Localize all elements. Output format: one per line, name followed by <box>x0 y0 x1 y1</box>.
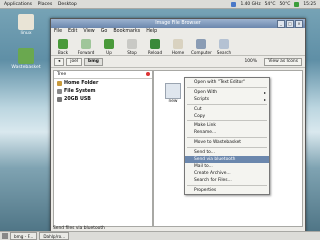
menu-go[interactable]: Go <box>101 29 108 34</box>
usb-drive-icon <box>57 96 62 102</box>
file-item[interactable]: new <box>162 83 184 104</box>
clock[interactable]: 15:25 <box>303 2 316 7</box>
tree-item-filesystem[interactable]: File System <box>54 87 152 95</box>
tree-item-home[interactable]: Home Folder <box>54 79 152 87</box>
close-button[interactable]: × <box>295 20 303 28</box>
forward-button[interactable]: Forward <box>76 39 96 55</box>
computer-button[interactable]: Computer <box>191 39 212 55</box>
temp-1: 54°C <box>264 1 276 7</box>
separator <box>187 137 267 139</box>
menu-edit[interactable]: Edit <box>68 29 77 34</box>
separator <box>187 184 267 186</box>
ctx-send-via-bluetooth[interactable]: Send via bluetooth <box>185 156 269 163</box>
ctx-open-with[interactable]: Open With ▸ <box>185 89 269 96</box>
applications-menu[interactable]: Applications <box>4 2 32 7</box>
separator <box>187 86 267 88</box>
forward-arrow-icon <box>81 39 91 49</box>
desktop-icon-home[interactable]: linux <box>10 14 42 36</box>
breadcrumb-bmg[interactable]: bmg <box>84 57 103 66</box>
toolbar: Back Forward Up Stop Reload Home Compute… <box>51 35 305 56</box>
minimize-button[interactable]: _ <box>277 20 285 28</box>
battery-icon[interactable] <box>294 1 300 7</box>
taskbar-item-file-browser[interactable]: bmg - F... <box>10 232 38 240</box>
menubar: File Edit View Go Bookmarks Help <box>51 28 305 35</box>
separator <box>187 103 267 105</box>
separator <box>187 120 267 122</box>
zoom-level[interactable]: 100% <box>244 59 257 64</box>
menu-file[interactable]: File <box>54 29 62 34</box>
top-panel: Applications Places Desktop 1.40 GHz 54°… <box>0 0 320 9</box>
stop-icon <box>127 39 137 49</box>
ctx-mail-to[interactable]: Mail to... <box>185 163 269 170</box>
breadcrumb-joel[interactable]: joel <box>66 57 83 66</box>
ctx-send-to[interactable]: Send to... <box>185 149 269 156</box>
context-menu: Open with "Text Editor" Open With ▸ Scrip… <box>184 77 270 196</box>
computer-icon <box>196 39 206 49</box>
places-menu[interactable]: Places <box>38 2 53 7</box>
up-button[interactable]: Up <box>99 39 119 55</box>
sidebar: Tree Home Folder File System 20GB USB <box>53 70 153 227</box>
menu-bookmarks[interactable]: Bookmarks <box>113 29 140 34</box>
ctx-copy[interactable]: Copy <box>185 113 269 120</box>
back-arrow-icon <box>58 39 68 49</box>
close-sidebar-icon[interactable] <box>146 72 150 76</box>
taskbar-item-window[interactable]: Dahlp/ro... <box>39 232 70 240</box>
text-file-icon <box>165 83 181 99</box>
window-titlebar[interactable]: Image File Browser _ □ × <box>51 19 305 28</box>
view-mode-select[interactable]: View as Icons <box>264 57 302 66</box>
separator <box>187 147 267 149</box>
ctx-move-to-wastebasket[interactable]: Move to Wastebasket <box>185 139 269 146</box>
ctx-open-with-text-editor[interactable]: Open with "Text Editor" <box>185 79 269 86</box>
menu-view[interactable]: View <box>83 29 94 34</box>
desktop-icon-wastebasket[interactable]: Wastebasket <box>10 48 42 70</box>
sidebar-header[interactable]: Tree <box>54 71 152 79</box>
network-icon[interactable] <box>231 1 237 7</box>
submenu-arrow-icon: ▸ <box>263 96 266 102</box>
ctx-scripts[interactable]: Scripts ▸ <box>185 96 269 103</box>
stop-button[interactable]: Stop <box>122 39 142 55</box>
ctx-make-link[interactable]: Make Link <box>185 122 269 129</box>
home-icon <box>173 39 183 49</box>
cpu-freq: 1.40 GHz <box>240 1 261 7</box>
maximize-button[interactable]: □ <box>286 20 294 28</box>
search-button[interactable]: Search <box>214 39 234 55</box>
temp-2: 50°C <box>279 1 291 7</box>
ctx-rename[interactable]: Rename... <box>185 129 269 136</box>
location-bar: ◂ joel bmg 100% View as Icons <box>51 56 305 68</box>
show-desktop-icon[interactable] <box>2 233 8 239</box>
search-icon <box>219 39 229 49</box>
trash-icon <box>18 48 34 64</box>
menu-help[interactable]: Help <box>146 29 157 34</box>
system-tray: 1.40 GHz 54°C 50°C 15:25 <box>231 1 320 7</box>
window-title: Image File Browser <box>155 21 201 26</box>
drive-icon <box>57 88 62 94</box>
reload-button[interactable]: Reload <box>145 39 165 55</box>
ctx-create-archive[interactable]: Create Archive... <box>185 170 269 177</box>
breadcrumb-toggle[interactable]: ◂ <box>54 57 65 66</box>
submenu-arrow-icon: ▸ <box>263 89 266 95</box>
ctx-search-for-files[interactable]: Search for Files... <box>185 177 269 184</box>
ctx-properties[interactable]: Properties <box>185 187 269 194</box>
bottom-panel: bmg - F... Dahlp/ro... <box>0 231 320 240</box>
home-folder-icon <box>18 14 34 30</box>
desktop-menu[interactable]: Desktop <box>58 2 77 7</box>
reload-icon <box>150 39 160 49</box>
back-button[interactable]: Back <box>53 39 73 55</box>
folder-icon <box>57 80 62 86</box>
tree-item-usb[interactable]: 20GB USB <box>54 95 152 103</box>
home-button[interactable]: Home <box>168 39 188 55</box>
ctx-cut[interactable]: Cut <box>185 106 269 113</box>
up-arrow-icon <box>104 39 114 49</box>
